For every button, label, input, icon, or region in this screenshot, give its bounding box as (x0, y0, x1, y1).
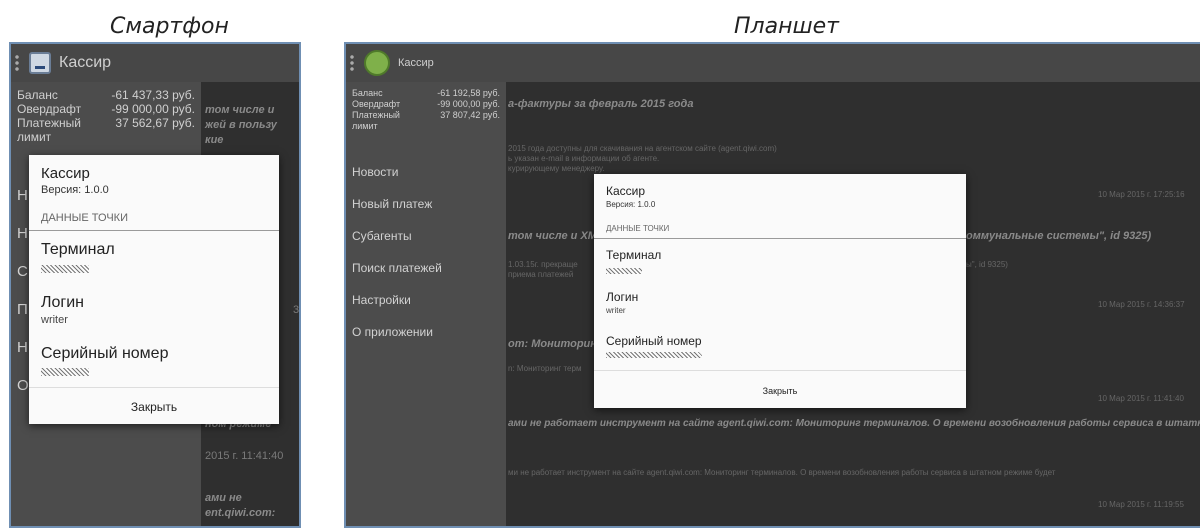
dialog-title: Кассир (606, 184, 646, 198)
payment-limit-value: 37 807,42 руб. (440, 110, 500, 120)
overdraft-value: -99 000,00 руб. (111, 102, 195, 116)
terminal-label: Терминал (606, 248, 662, 262)
nav-item-news[interactable]: Новости (346, 156, 448, 188)
divider (29, 230, 279, 231)
dialog-title: Кассир (41, 165, 90, 182)
nav-item-about[interactable]: О приложении (346, 316, 448, 348)
news-title: оммунальные системы", id 9325) (966, 230, 1152, 242)
close-button[interactable]: Закрыть (763, 386, 798, 396)
about-dialog: Кассир Версия: 1.0.0 ДАННЫЕ ТОЧКИ Термин… (594, 174, 966, 408)
news-text: курирующему менеджеру. (508, 164, 605, 173)
news-date: 10 Мар 2015 г. 14:36:37 (1098, 300, 1185, 309)
navigation-drawer: Баланс -61 192,58 руб. Овердрафт -99 000,0… (346, 82, 506, 526)
payment-limit-value: 37 562,67 руб. (115, 116, 195, 130)
nav-item-subagents[interactable]: Субагенты (346, 220, 448, 252)
dialog-footer: Закрыть (594, 370, 966, 408)
caption-tablet: Планшет (734, 14, 839, 39)
serial-label: Серийный номер (41, 345, 169, 362)
news-text: жей в пользу (205, 119, 277, 131)
payment-limit-label-cont: лимит (352, 121, 378, 131)
app-logo-icon (29, 52, 51, 74)
balance-label: Баланс (17, 88, 58, 102)
news-text: том числе и (205, 104, 275, 116)
section-header: ДАННЫЕ ТОЧКИ (606, 224, 670, 233)
app-bar: Кассир (346, 44, 1200, 82)
news-text: ми не работает инструмент на сайте agent… (508, 468, 1056, 477)
overdraft-label: Овердрафт (352, 99, 401, 109)
news-date: 10 Мар 2015 г. 11:19:55 (1098, 500, 1184, 509)
dialog-version: Версия: 1.0.0 (41, 184, 109, 196)
payment-limit-label-cont: лимит (17, 130, 52, 144)
login-value: writer (41, 314, 68, 326)
news-date: 10 Мар 2015 г. 11:41:40 (1098, 394, 1184, 403)
news-date: 10 Мар 2015 г. 17:25:16 (1098, 190, 1185, 199)
overflow-menu-icon[interactable] (350, 54, 354, 72)
nav-item-payment-search[interactable]: Поиск платежей (346, 252, 448, 284)
payment-limit-label: Платежный (17, 116, 81, 130)
news-text: ь указан e-mail в информации об агенте. (508, 154, 660, 163)
balance-value: -61 192,58 руб. (437, 88, 500, 98)
news-text: n: Мониторинг терм (508, 364, 582, 373)
overdraft-value: -99 000,00 руб. (437, 99, 500, 109)
app-title: Кассир (59, 54, 112, 71)
about-dialog: Кассир Версия: 1.0.0 ДАННЫЕ ТОЧКИ Термин… (29, 155, 279, 424)
nav-item-new-payment[interactable]: Новый платеж (346, 188, 448, 220)
news-text: 1.03.15г. прекраще (508, 260, 578, 269)
terminal-label: Терминал (41, 241, 115, 258)
balance-panel: Баланс -61 437,33 руб. Овердрафт -99 000,0… (11, 82, 201, 144)
news-text: ами не (205, 492, 242, 504)
serial-value-redacted (41, 368, 89, 376)
tablet-screen: Кассир Баланс -61 192,58 руб. Овердрафт -9… (344, 42, 1200, 528)
dialog-version: Версия: 1.0.0 (606, 200, 656, 209)
serial-value-redacted (606, 352, 702, 358)
smartphone-screen: Кассир Баланс -61 437,33 руб. Овердрафт -9… (9, 42, 301, 528)
balance-panel: Баланс -61 192,58 руб. Овердрафт -99 000,0… (346, 82, 506, 132)
login-label: Логин (606, 290, 639, 304)
news-date: 2015 г. 11:41:40 (205, 450, 284, 462)
news-title: а-фактуры за февраль 2015 года (508, 98, 694, 110)
caption-smartphone: Смартфон (110, 14, 229, 39)
overdraft-label: Овердрафт (17, 102, 82, 116)
news-title: том числе и XML (508, 230, 604, 242)
login-value: writer (606, 306, 626, 315)
divider (594, 238, 966, 239)
news-text: ы", id 9325) (966, 260, 1008, 269)
close-button[interactable]: Закрыть (131, 400, 177, 414)
section-header: ДАННЫЕ ТОЧКИ (41, 212, 128, 224)
login-label: Логин (41, 294, 85, 311)
nav-item-settings[interactable]: Настройки (346, 284, 448, 316)
terminal-value-redacted (606, 268, 642, 274)
terminal-value-redacted (41, 265, 89, 273)
app-bar: Кассир (11, 44, 299, 82)
news-title: ами не работает инструмент на сайте agen… (508, 418, 1200, 429)
payment-limit-label: Платежный (352, 110, 400, 120)
overflow-menu-icon[interactable] (15, 54, 19, 72)
app-title: Кассир (398, 57, 434, 69)
news-text: 2015 года доступны для скачивания на аге… (508, 144, 777, 153)
serial-label: Серийный номер (606, 334, 702, 348)
app-logo-icon (364, 50, 390, 76)
news-text: 3 (293, 304, 300, 316)
balance-label: Баланс (352, 88, 383, 98)
dialog-footer: Закрыть (29, 387, 279, 424)
news-text: кие (205, 134, 224, 146)
news-text: приема платежей (508, 270, 574, 279)
balance-value: -61 437,33 руб. (111, 88, 195, 102)
news-text: ent.qiwi.com: (205, 507, 276, 519)
